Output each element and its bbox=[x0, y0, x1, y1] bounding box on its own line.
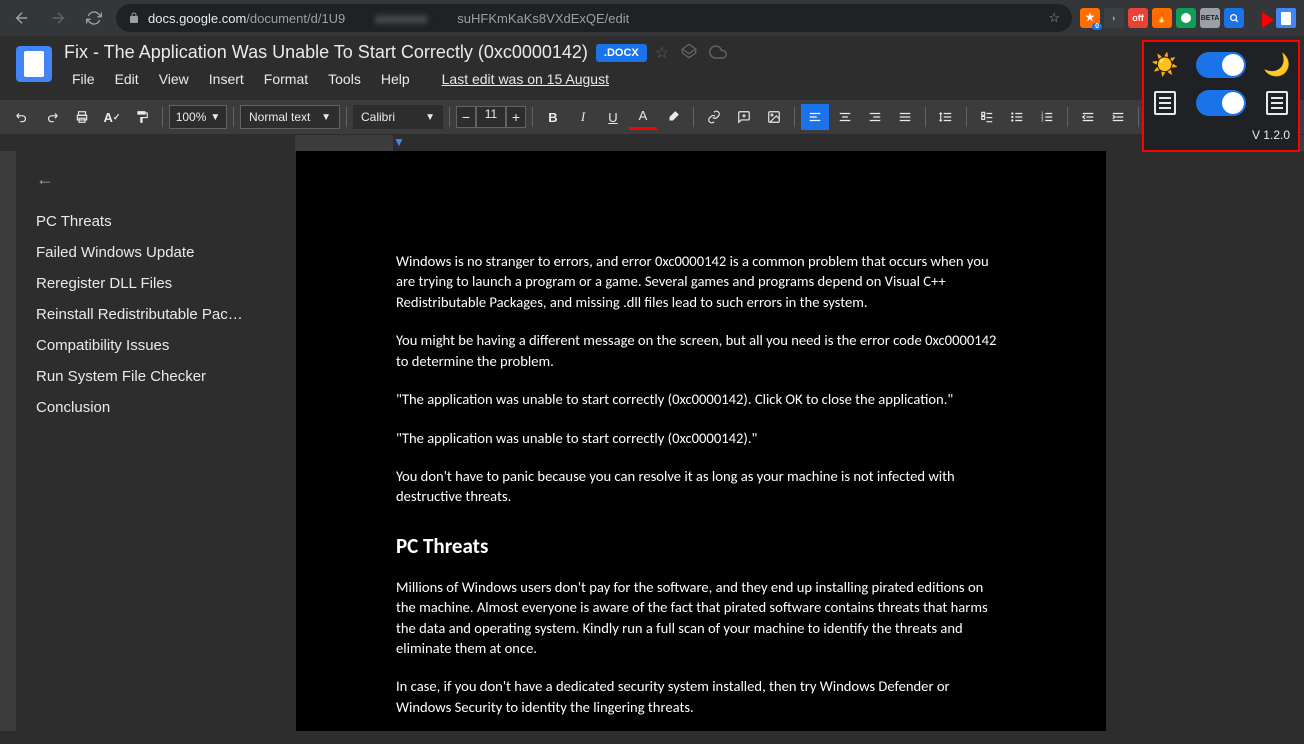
star-document-icon[interactable]: ☆ bbox=[655, 43, 669, 63]
paragraph[interactable]: "The application was unable to start cor… bbox=[396, 428, 1006, 448]
align-left-button[interactable] bbox=[801, 104, 829, 130]
bookmark-star-icon[interactable]: ☆ bbox=[1048, 10, 1060, 26]
extension-off-icon[interactable]: off bbox=[1128, 8, 1148, 28]
darkmode-toggle[interactable] bbox=[1196, 52, 1246, 78]
docx-badge: .DOCX bbox=[596, 44, 647, 62]
font-size-input[interactable]: 11 bbox=[476, 106, 506, 128]
paragraph[interactable]: Windows is no stranger to errors, and er… bbox=[396, 251, 1006, 312]
indent-increase-button[interactable] bbox=[1104, 104, 1132, 130]
undo-button[interactable] bbox=[8, 104, 36, 130]
sun-icon: ☀️ bbox=[1152, 52, 1178, 78]
toolbar: A✓ 100%▼ Normal text▼ Calibri▼ − 11 + B … bbox=[0, 99, 1304, 135]
extension-beta-icon[interactable]: BETA bbox=[1200, 8, 1220, 28]
extension-icon-4[interactable] bbox=[1176, 8, 1196, 28]
docs-extension-icon[interactable] bbox=[1276, 8, 1296, 28]
font-select[interactable]: Calibri▼ bbox=[353, 105, 443, 129]
menu-tools[interactable]: Tools bbox=[320, 67, 369, 91]
moon-icon: 🌙 bbox=[1264, 52, 1290, 78]
menu-edit[interactable]: Edit bbox=[107, 67, 147, 91]
lock-icon bbox=[128, 12, 140, 24]
numbered-list-button[interactable]: 123 bbox=[1033, 104, 1061, 130]
last-edit-link[interactable]: Last edit was on 15 August bbox=[434, 67, 617, 91]
darkmode-extension-panel: ☀️ 🌙 V 1.2.0 bbox=[1142, 40, 1300, 152]
paragraph[interactable]: You don't have to panic because you can … bbox=[396, 466, 1006, 507]
image-button[interactable] bbox=[760, 104, 788, 130]
paragraph[interactable]: You might be having a different message … bbox=[396, 330, 1006, 371]
paragraph[interactable]: "The application was unable to start cor… bbox=[396, 389, 1006, 409]
paragraph-style-select[interactable]: Normal text▼ bbox=[240, 105, 340, 129]
outline-item[interactable]: Run System File Checker bbox=[36, 361, 276, 392]
paragraph[interactable]: In case, if you don't have a dedicated s… bbox=[396, 676, 1006, 717]
url-text: docs.google.com/document/d/1U9xxxxxxxxsu… bbox=[148, 11, 629, 26]
chevron-down-icon: ▼ bbox=[210, 112, 220, 123]
red-arrow-annotation bbox=[1224, 8, 1274, 32]
forward-button[interactable] bbox=[44, 4, 72, 32]
paint-format-button[interactable] bbox=[128, 104, 156, 130]
cloud-status-icon[interactable] bbox=[709, 43, 727, 63]
align-center-button[interactable] bbox=[831, 104, 859, 130]
outline-item[interactable]: Reinstall Redistributable Pac… bbox=[36, 299, 276, 330]
font-size-increase[interactable]: + bbox=[506, 106, 526, 128]
italic-button[interactable]: I bbox=[569, 104, 597, 130]
page-dark-icon bbox=[1264, 90, 1290, 116]
address-bar[interactable]: docs.google.com/document/d/1U9xxxxxxxxsu… bbox=[116, 4, 1072, 32]
document-outline: ← PC Threats Failed Windows Update Rereg… bbox=[16, 151, 296, 731]
move-document-icon[interactable] bbox=[681, 43, 697, 63]
document-title[interactable]: Fix - The Application Was Unable To Star… bbox=[64, 42, 588, 63]
document-page[interactable]: Windows is no stranger to errors, and er… bbox=[296, 151, 1106, 731]
comment-button[interactable] bbox=[730, 104, 758, 130]
outline-item[interactable]: Reregister DLL Files bbox=[36, 268, 276, 299]
indent-marker[interactable]: ▼ bbox=[393, 135, 405, 149]
back-button[interactable] bbox=[8, 4, 36, 32]
align-justify-button[interactable] bbox=[891, 104, 919, 130]
print-button[interactable] bbox=[68, 104, 96, 130]
reload-button[interactable] bbox=[80, 4, 108, 32]
heading-2[interactable]: PC Threats bbox=[396, 533, 1006, 559]
menu-help[interactable]: Help bbox=[373, 67, 418, 91]
menu-format[interactable]: Format bbox=[256, 67, 316, 91]
font-size-decrease[interactable]: − bbox=[456, 106, 476, 128]
extension-icon-3[interactable]: 🔥 bbox=[1152, 8, 1172, 28]
highlight-button[interactable] bbox=[659, 104, 687, 130]
paragraph[interactable]: Millions of Windows users don't pay for … bbox=[396, 577, 1006, 659]
underline-button[interactable]: U bbox=[599, 104, 627, 130]
zoom-select[interactable]: 100%▼ bbox=[169, 105, 227, 129]
browser-chrome: docs.google.com/document/d/1U9xxxxxxxxsu… bbox=[0, 0, 1304, 36]
chevron-down-icon: ▼ bbox=[425, 112, 435, 123]
extension-badge: 0 bbox=[1092, 23, 1102, 30]
outline-item[interactable]: Failed Windows Update bbox=[36, 237, 276, 268]
menu-view[interactable]: View bbox=[151, 67, 197, 91]
outline-item[interactable]: Compatibility Issues bbox=[36, 330, 276, 361]
extension-icon-1[interactable]: 0 bbox=[1080, 8, 1100, 28]
menu-file[interactable]: File bbox=[64, 67, 103, 91]
outline-back-button[interactable]: ← bbox=[36, 169, 54, 190]
svg-text:3: 3 bbox=[1041, 118, 1044, 123]
menu-bar: File Edit View Insert Format Tools Help … bbox=[64, 67, 1288, 91]
outline-item[interactable]: PC Threats bbox=[36, 206, 276, 237]
document-canvas[interactable]: Windows is no stranger to errors, and er… bbox=[296, 151, 1304, 731]
chevron-down-icon: ▼ bbox=[321, 112, 331, 123]
redo-button[interactable] bbox=[38, 104, 66, 130]
indent-decrease-button[interactable] bbox=[1074, 104, 1102, 130]
link-button[interactable] bbox=[700, 104, 728, 130]
extension-icon-2[interactable]: ◗ bbox=[1104, 8, 1124, 28]
page-toggle[interactable] bbox=[1196, 90, 1246, 116]
docs-logo[interactable] bbox=[16, 46, 52, 82]
text-color-button[interactable]: A bbox=[629, 104, 657, 130]
bullet-list-button[interactable] bbox=[1003, 104, 1031, 130]
bold-button[interactable]: B bbox=[539, 104, 567, 130]
menu-insert[interactable]: Insert bbox=[201, 67, 252, 91]
line-spacing-button[interactable] bbox=[932, 104, 960, 130]
outline-item[interactable]: Conclusion bbox=[36, 392, 276, 423]
extension-version: V 1.2.0 bbox=[1152, 128, 1290, 142]
docs-header: Fix - The Application Was Unable To Star… bbox=[0, 36, 1304, 91]
page-light-icon bbox=[1152, 90, 1178, 116]
vertical-ruler[interactable] bbox=[0, 151, 16, 731]
align-right-button[interactable] bbox=[861, 104, 889, 130]
spellcheck-button[interactable]: A✓ bbox=[98, 104, 126, 130]
checklist-button[interactable] bbox=[973, 104, 1001, 130]
